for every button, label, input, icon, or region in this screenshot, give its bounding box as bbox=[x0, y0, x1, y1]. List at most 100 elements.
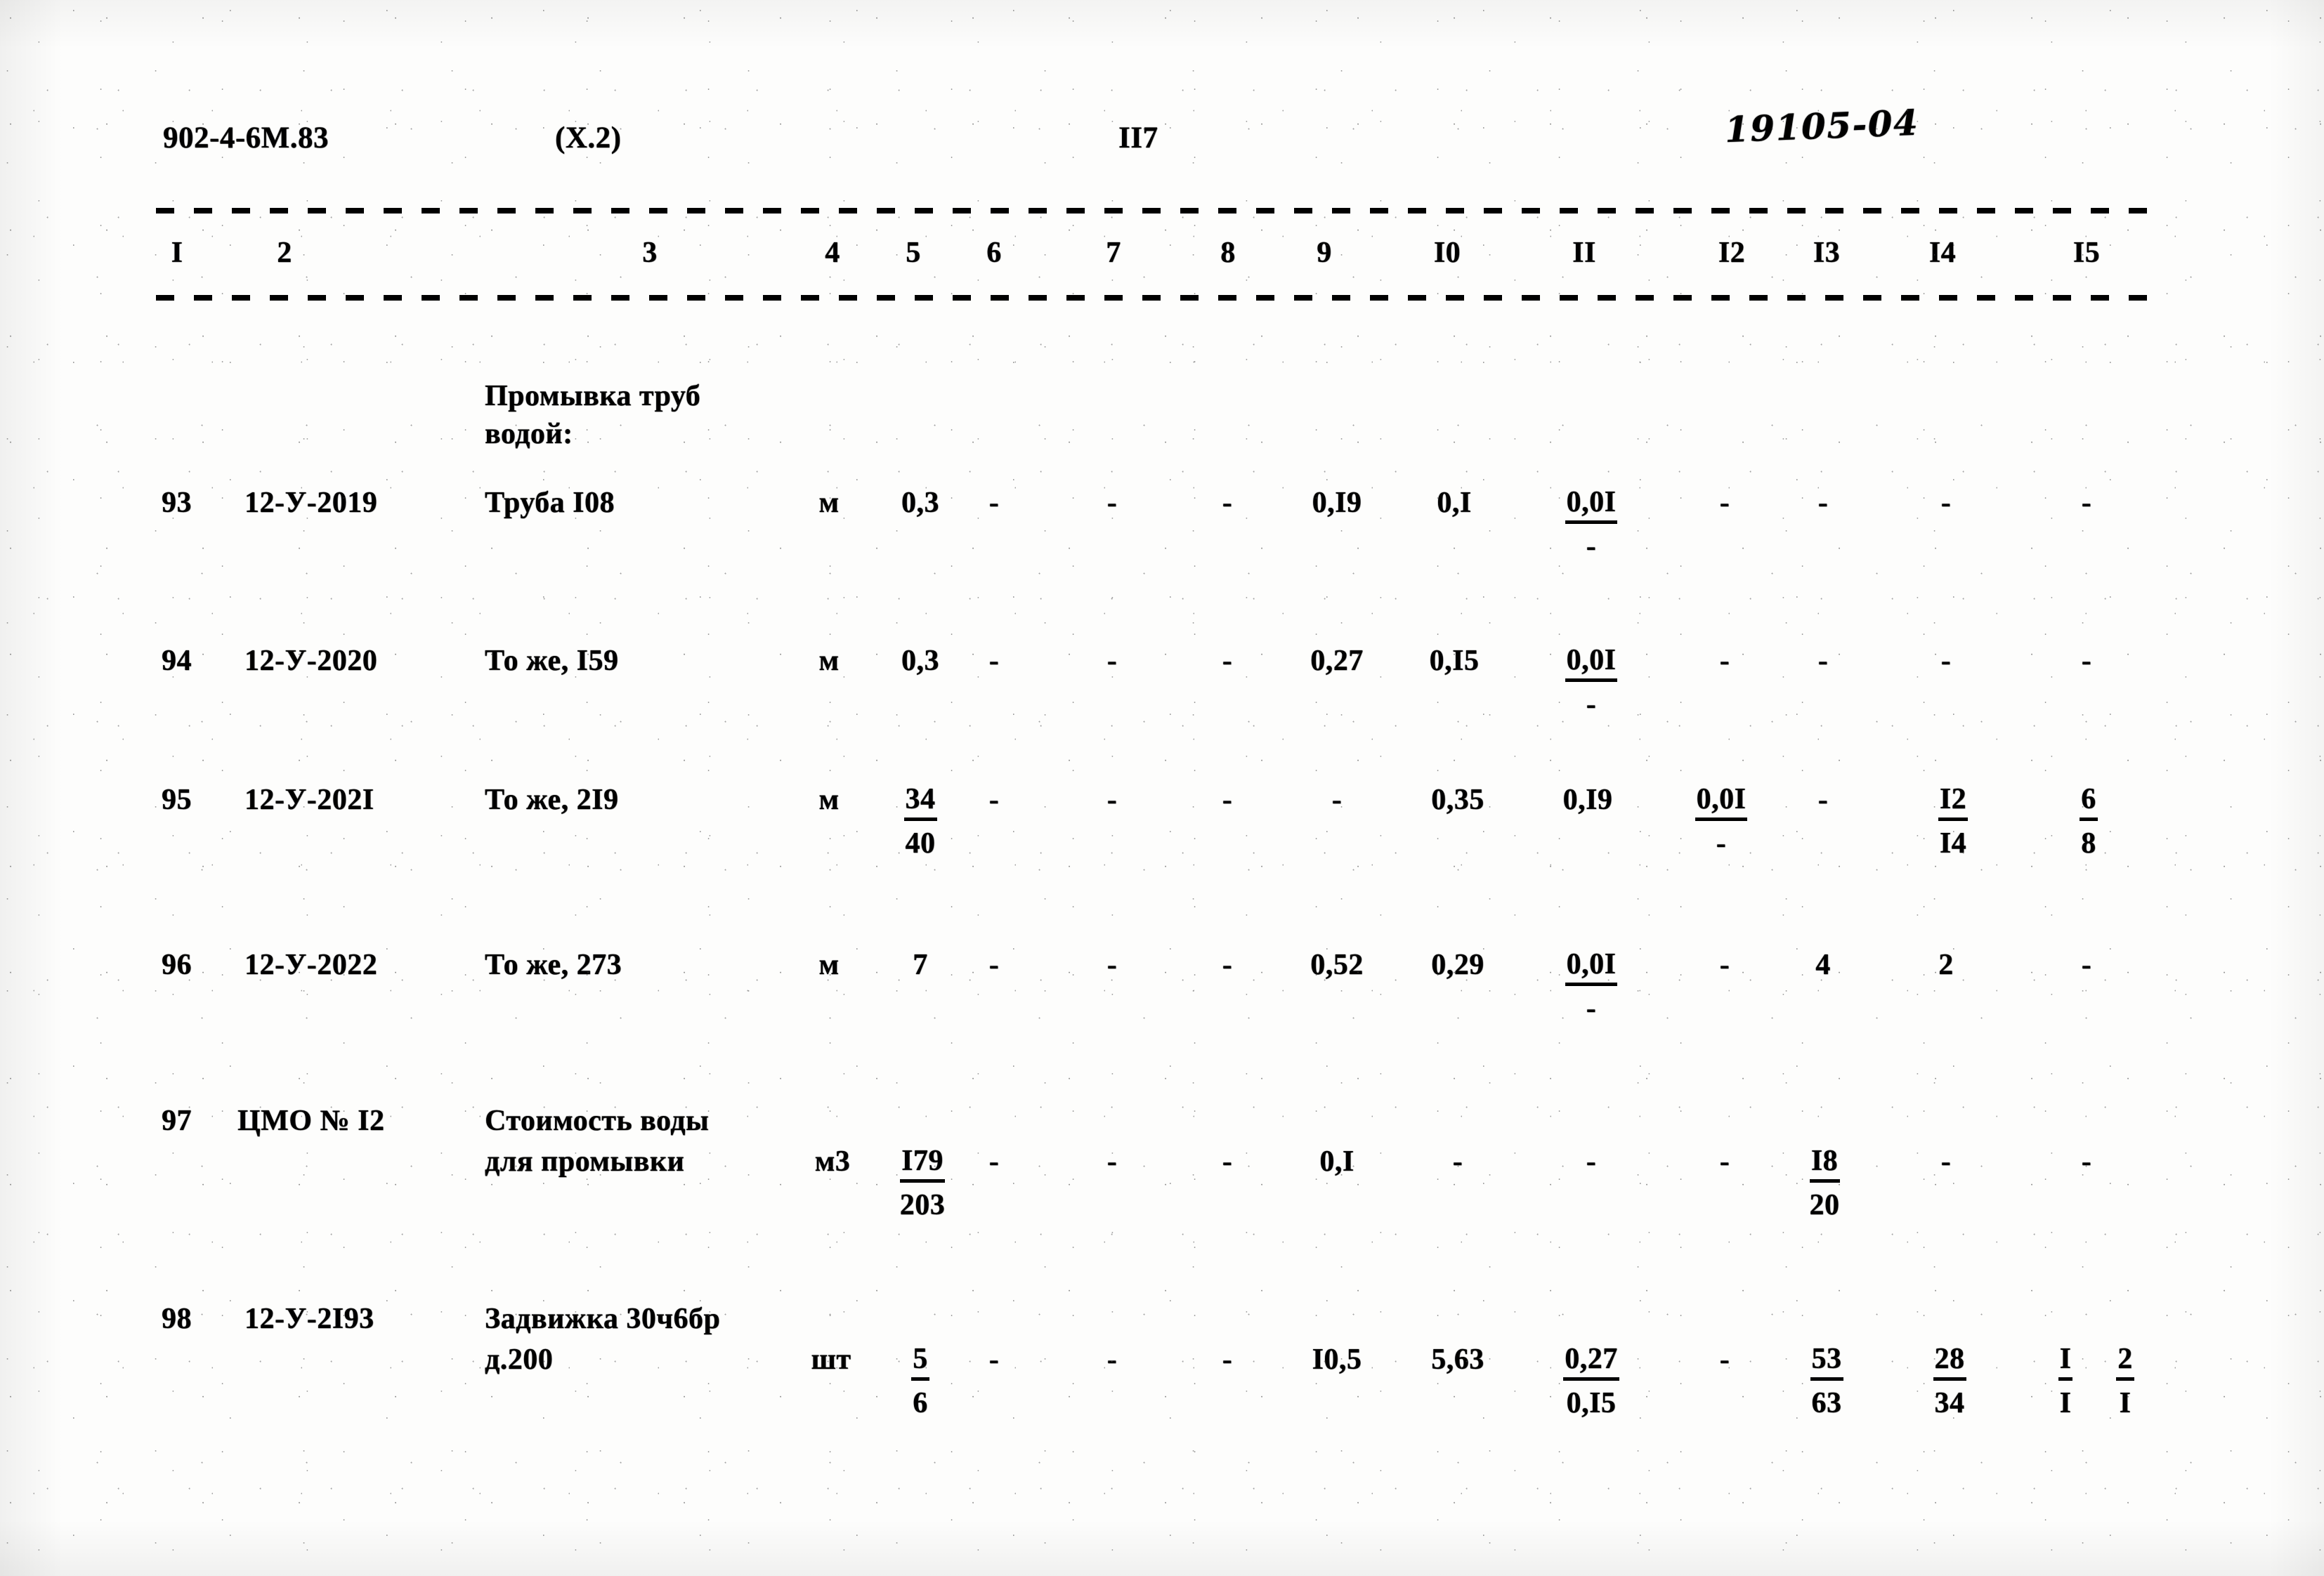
cell-col15: - bbox=[2081, 1145, 2092, 1178]
frac-col12: 0,0I - bbox=[1695, 783, 1748, 860]
frac-col14: I2 I4 bbox=[1938, 783, 1969, 860]
cell-col6: - bbox=[988, 949, 1000, 981]
row-number: 98 bbox=[162, 1303, 192, 1335]
cell-col7: - bbox=[1106, 487, 1118, 519]
cell-col13: 4 bbox=[1815, 949, 1831, 981]
cell-col10: 0,I5 bbox=[1429, 645, 1480, 677]
cell-col15: - bbox=[2081, 487, 2092, 519]
cell-col12: - bbox=[1719, 1145, 1730, 1178]
cell-col10: 0,29 bbox=[1431, 949, 1484, 981]
cell-col5: 0,3 bbox=[882, 485, 959, 521]
frac-col13: 53 63 bbox=[1810, 1343, 1843, 1419]
frac-col15: II bbox=[2058, 1343, 2073, 1419]
cell-col5: 0,3 bbox=[882, 643, 959, 679]
cell-col11: 0,27 0,I5 bbox=[1535, 1341, 1647, 1421]
cell-col11: 0,0I - bbox=[1539, 485, 1644, 565]
cell-col14: - bbox=[1940, 645, 1952, 677]
row-number: 97 bbox=[162, 1105, 192, 1137]
cell-col16: 2I bbox=[2101, 1341, 2150, 1421]
frac-col5: I79 203 bbox=[899, 1145, 946, 1221]
row-unit: м bbox=[818, 949, 840, 981]
cell-col5: 34 40 bbox=[882, 782, 959, 862]
cell-col12: - bbox=[1719, 645, 1730, 677]
row-unit: м bbox=[818, 645, 840, 677]
cell-col9: - bbox=[1331, 784, 1343, 816]
cell-col5: 7 bbox=[882, 947, 959, 983]
cell-col15: - bbox=[2081, 949, 2092, 981]
frac-col13: I8 20 bbox=[1809, 1145, 1840, 1221]
cell-col8: - bbox=[1222, 1344, 1233, 1376]
cell-col9: 0,52 bbox=[1310, 949, 1364, 981]
row-name-line1: Стоимость воды bbox=[485, 1105, 710, 1137]
cell-col9: I0,5 bbox=[1312, 1344, 1362, 1376]
cell-col14: 28 34 bbox=[1914, 1341, 1985, 1421]
cell-col5: 56 bbox=[882, 1341, 959, 1421]
cell-col6: - bbox=[988, 487, 1000, 519]
cell-col8: - bbox=[1222, 645, 1233, 677]
cell-col15: - bbox=[2081, 645, 2092, 677]
row-name-line2: для промывки bbox=[485, 1145, 685, 1178]
row-number: 96 bbox=[162, 949, 192, 981]
row-unit: м bbox=[818, 487, 840, 519]
row-code: 12-У-202I bbox=[244, 784, 374, 816]
frac-col11: 0,0I - bbox=[1565, 948, 1618, 1025]
cell-col9: 0,I9 bbox=[1312, 487, 1362, 519]
frac-col5: 56 bbox=[911, 1343, 929, 1419]
row-name-line1: То же, 2I9 bbox=[485, 784, 619, 816]
row-number: 94 bbox=[162, 645, 192, 677]
row-code: ЦМО № I2 bbox=[237, 1105, 385, 1137]
frac-col11: 0,27 0,I5 bbox=[1563, 1343, 1619, 1419]
cell-col9: 0,27 bbox=[1310, 645, 1364, 677]
cell-col8: - bbox=[1222, 949, 1233, 981]
cell-col15: 68 bbox=[2057, 782, 2120, 862]
cell-col10: 5,63 bbox=[1431, 1344, 1484, 1376]
cell-col8: - bbox=[1222, 487, 1233, 519]
row-unit: м bbox=[818, 784, 840, 816]
cell-col12: - bbox=[1719, 949, 1730, 981]
row-code: 12-У-2020 bbox=[244, 645, 378, 677]
cell-col10: 0,35 bbox=[1431, 784, 1484, 816]
cell-col13: - bbox=[1817, 645, 1829, 677]
cell-col14: 2 bbox=[1938, 949, 1954, 981]
cell-col14: - bbox=[1940, 487, 1952, 519]
cell-col15: II bbox=[2041, 1341, 2090, 1421]
cell-col11: 0,I9 bbox=[1562, 784, 1613, 816]
row-unit: шт bbox=[811, 1344, 851, 1376]
cell-col11: - bbox=[1586, 1145, 1597, 1178]
row-name-line1: Труба I08 bbox=[485, 487, 615, 519]
cell-col7: - bbox=[1106, 949, 1118, 981]
cell-col14: - bbox=[1940, 1145, 1952, 1178]
row-name-line2: д.200 bbox=[485, 1344, 554, 1376]
cell-col8: - bbox=[1222, 1145, 1233, 1178]
cell-col12: 0,0I - bbox=[1665, 782, 1777, 862]
row-name-line1: То же, 273 bbox=[485, 949, 622, 981]
section-heading-line1: Промывка труб bbox=[485, 380, 701, 412]
frac-col5: 0,3 bbox=[901, 645, 939, 677]
document-page: 902-4-6М.83 (Х.2) II7 19105-04 I 2 3 4 5… bbox=[0, 0, 2324, 1576]
frac-col5: 34 40 bbox=[903, 783, 937, 860]
cell-col12: - bbox=[1719, 487, 1730, 519]
row-code: 12-У-2I93 bbox=[244, 1303, 374, 1335]
frac-col11: 0,0I - bbox=[1565, 644, 1618, 721]
cell-col13: - bbox=[1817, 784, 1829, 816]
cell-col6: - bbox=[988, 1145, 1000, 1178]
row-code: 12-У-2019 bbox=[244, 487, 378, 519]
cell-col8: - bbox=[1222, 784, 1233, 816]
frac-col5: 7 bbox=[913, 949, 928, 981]
cell-col13: - bbox=[1817, 487, 1829, 519]
row-code: 12-У-2022 bbox=[244, 949, 378, 981]
cell-col7: - bbox=[1106, 645, 1118, 677]
cell-col6: - bbox=[988, 1344, 1000, 1376]
row-number: 93 bbox=[162, 487, 192, 519]
cell-col11: 0,0I - bbox=[1539, 947, 1644, 1027]
cell-col9: 0,I bbox=[1319, 1145, 1354, 1178]
cell-col13: 53 63 bbox=[1791, 1341, 1862, 1421]
cell-col7: - bbox=[1106, 784, 1118, 816]
cell-col10: 0,I bbox=[1437, 487, 1472, 519]
cell-col5: I79 203 bbox=[877, 1143, 968, 1223]
frac-col11: 0,0I - bbox=[1565, 486, 1618, 563]
cell-col10: - bbox=[1452, 1145, 1463, 1178]
cell-col13: I8 20 bbox=[1793, 1143, 1856, 1223]
row-name-line1: Задвижка 30ч6бр bbox=[485, 1303, 721, 1335]
cell-col14: I2 I4 bbox=[1921, 782, 1985, 862]
